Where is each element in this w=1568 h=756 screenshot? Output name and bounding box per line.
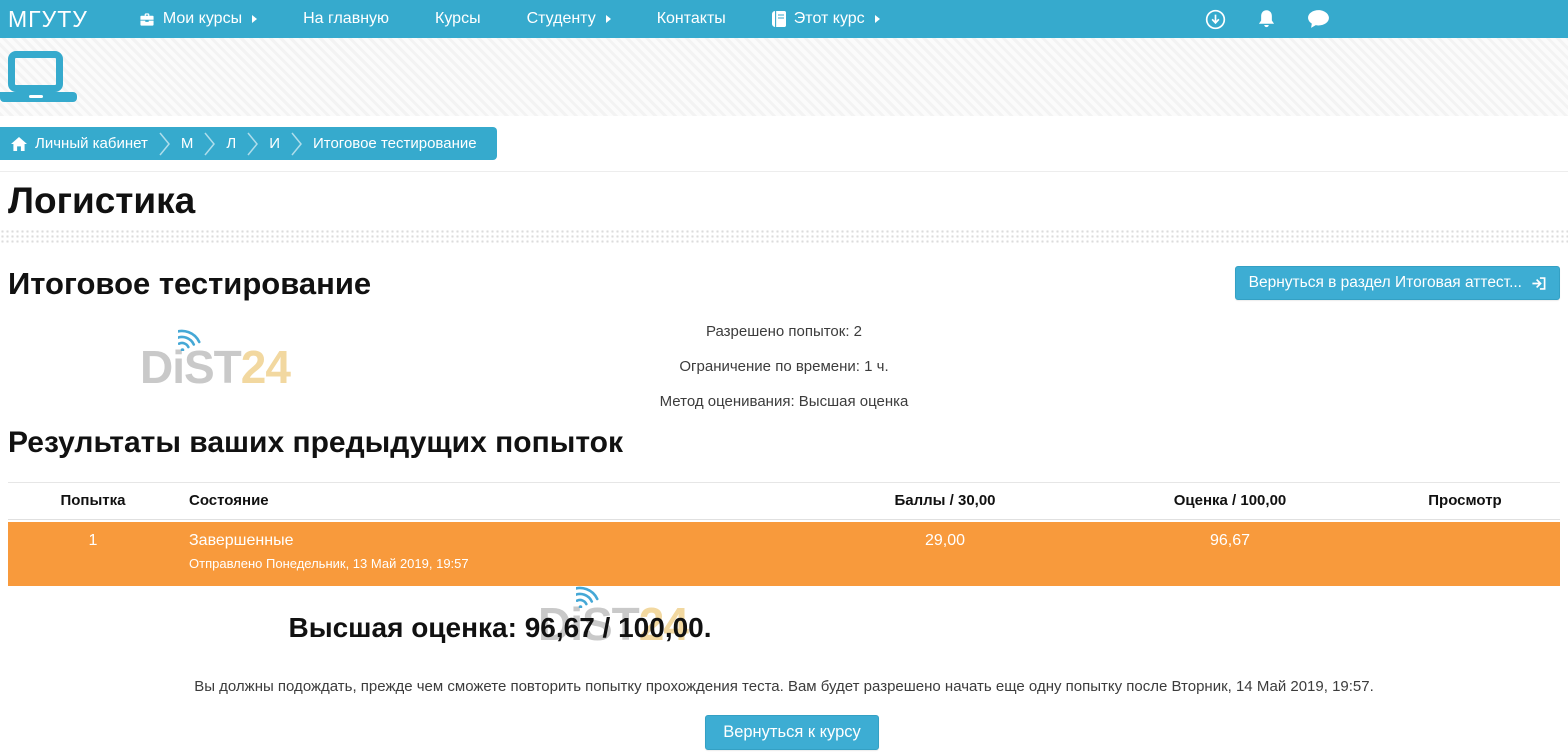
nav-item-label: На главную (303, 10, 389, 28)
breadcrumb-item-section[interactable]: И (269, 135, 280, 152)
caret-right-icon (875, 15, 880, 23)
back-to-section-label: Вернуться в раздел Итоговая аттест... (1249, 274, 1522, 292)
breadcrumb: Личный кабинет М Л И Итоговое тестирован… (0, 127, 497, 160)
caret-right-icon (606, 15, 611, 23)
chat-icon[interactable] (1307, 9, 1330, 30)
col-header-marks: Баллы / 30,00 (800, 492, 1090, 509)
grading-method-text: Метод оценивания: Высшая оценка (0, 393, 1568, 410)
attempt-row: 1 Завершенные Отправлено Понедельник, 13… (8, 522, 1560, 586)
quiz-info: Разрешено попыток: 2 Ограничение по врем… (0, 323, 1568, 428)
back-to-section-button[interactable]: Вернуться в раздел Итоговая аттест... (1235, 266, 1560, 300)
attempt-number: 1 (8, 532, 178, 571)
nav-item-courses[interactable]: Курсы (412, 0, 504, 38)
col-header-state: Состояние (178, 492, 800, 509)
nav-item-my-courses[interactable]: Мои курсы (116, 0, 280, 38)
attempt-grade: 96,67 (1090, 532, 1370, 571)
main-menu: Мои курсы На главную Курсы Студенту Конт… (116, 0, 903, 38)
nav-item-label: Мои курсы (163, 10, 242, 28)
quiz-title: Итоговое тестирование (8, 266, 371, 302)
nav-item-home[interactable]: На главную (280, 0, 412, 38)
briefcase-icon (139, 12, 155, 27)
nav-item-label: Контакты (657, 10, 726, 28)
back-to-course-container: Вернуться к курсу (0, 715, 1568, 750)
breadcrumb-item-course[interactable]: Л (226, 135, 236, 152)
nav-item-this-course[interactable]: Этот курс (749, 0, 903, 38)
top-navbar: МГУТУ Мои курсы На главную Курсы Студент… (0, 0, 1568, 38)
results-heading: Результаты ваших предыдущих попыток (8, 426, 623, 460)
home-icon (11, 137, 27, 151)
attempt-state-cell: Завершенные Отправлено Понедельник, 13 М… (178, 532, 800, 571)
caret-right-icon (252, 15, 257, 23)
highest-grade-text: Высшая оценка: 96,67 / 100,00. (0, 612, 1000, 644)
attempts-table-header: Попытка Состояние Баллы / 30,00 Оценка /… (8, 482, 1560, 520)
course-title: Логистика (8, 180, 195, 222)
brand-logo[interactable]: МГУТУ (8, 6, 88, 33)
nav-item-label: Курсы (435, 10, 481, 28)
col-header-attempt: Попытка (8, 492, 178, 509)
laptop-notch (29, 95, 43, 98)
nav-item-label: Студенту (527, 10, 596, 28)
breadcrumb-item-dashboard[interactable]: Личный кабинет (35, 135, 148, 152)
laptop-screen (8, 51, 63, 92)
bell-icon[interactable] (1256, 9, 1277, 30)
attempt-state: Завершенные (189, 532, 800, 550)
laptop-logo-icon[interactable] (0, 38, 80, 116)
time-limit-text: Ограничение по времени: 1 ч. (0, 358, 1568, 375)
breadcrumb-item-current: Итоговое тестирование (313, 135, 477, 152)
nav-item-contacts[interactable]: Контакты (634, 0, 749, 38)
quiz-header: Итоговое тестирование Вернуться в раздел… (8, 266, 1560, 302)
chevron-right-icon (203, 131, 216, 157)
navbar-quick-icons (1205, 9, 1330, 30)
dotted-divider (0, 229, 1568, 245)
attempt-marks: 29,00 (800, 532, 1090, 571)
nav-item-student[interactable]: Студенту (504, 0, 634, 38)
chevron-right-icon (290, 131, 303, 157)
attempts-table: Попытка Состояние Баллы / 30,00 Оценка /… (8, 482, 1560, 586)
col-header-grade: Оценка / 100,00 (1090, 492, 1370, 509)
laptop-base (0, 92, 77, 102)
content-divider-line (0, 171, 1568, 172)
attempt-review-cell (1370, 532, 1560, 571)
back-to-course-button[interactable]: Вернуться к курсу (705, 715, 879, 750)
attempt-submitted-date: Отправлено Понедельник, 13 Май 2019, 19:… (189, 556, 800, 571)
wait-message: Вы должны подождать, прежде чем сможете … (0, 678, 1568, 695)
chevron-right-icon (246, 131, 259, 157)
header-striped-band (0, 38, 1568, 116)
col-header-review: Просмотр (1370, 492, 1560, 509)
book-icon (772, 11, 786, 27)
circle-arrow-down-icon[interactable] (1205, 9, 1226, 30)
breadcrumb-item-category[interactable]: М (181, 135, 194, 152)
sign-in-arrow-icon (1531, 276, 1546, 291)
nav-item-label: Этот курс (794, 10, 865, 28)
attempts-allowed-text: Разрешено попыток: 2 (0, 323, 1568, 340)
chevron-right-icon (158, 131, 171, 157)
